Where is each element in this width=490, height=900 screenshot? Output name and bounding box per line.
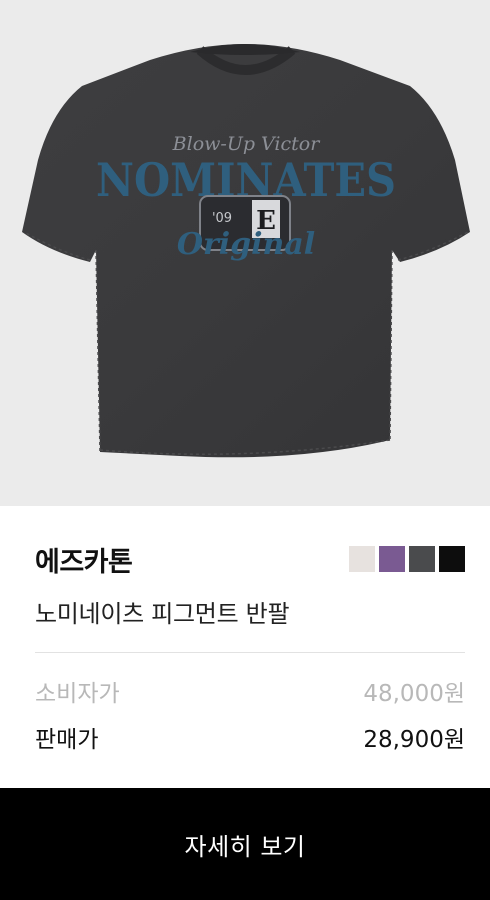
product-name[interactable]: 노미네이츠 피그먼트 반팔 [35,594,290,629]
sale-price-label: 판매가 [35,727,99,753]
tshirt-illustration: Blow-Up Victor NOMINATES '09 E Original [22,44,470,458]
retail-price-row: 소비자가 48,000원 [35,674,465,708]
print-script-bottom: Original [177,227,315,262]
view-details-button[interactable]: 자세히 보기 [0,788,490,900]
brand-name: 에즈카톤 [35,547,133,578]
color-swatch-black[interactable] [439,546,465,572]
color-swatch-light-gray[interactable] [349,546,375,572]
sale-price-row: 판매가 28,900원 [35,720,465,754]
divider [35,652,465,653]
product-image[interactable]: Blow-Up Victor NOMINATES '09 E Original [0,0,490,506]
brand-row: 에즈카톤 [35,540,465,580]
product-card: Blow-Up Victor NOMINATES '09 E Original … [0,0,490,900]
color-swatch-purple[interactable] [379,546,405,572]
color-swatches [349,546,465,572]
print-badge-year: '09 [212,211,232,226]
print-script-top: Blow-Up Victor [172,133,322,155]
retail-price-value: 48,000원 [363,681,465,707]
color-swatch-charcoal[interactable] [409,546,435,572]
retail-price-label: 소비자가 [35,681,120,707]
sale-price-value: 28,900원 [363,727,465,753]
